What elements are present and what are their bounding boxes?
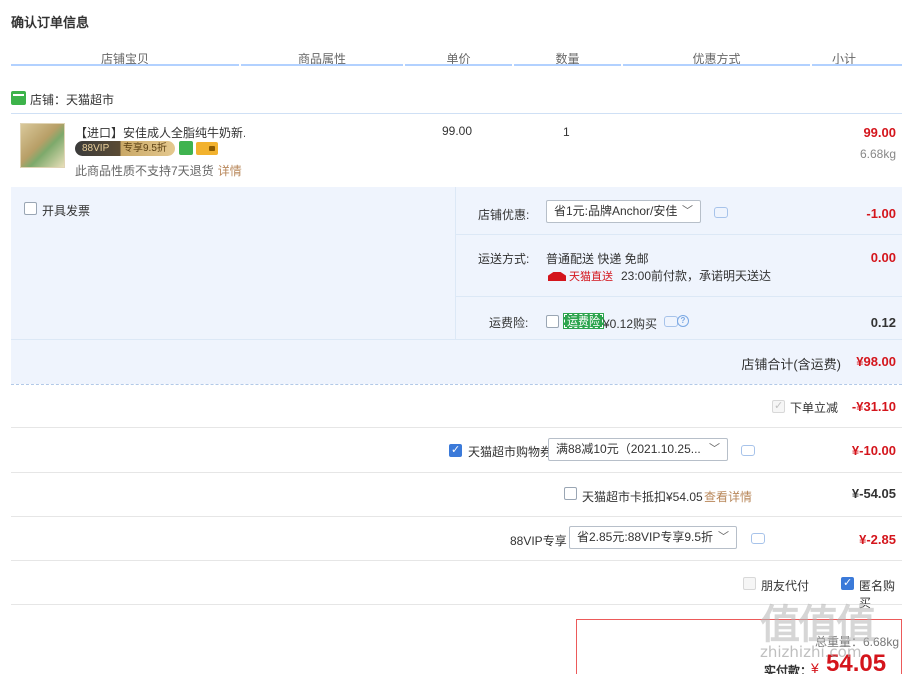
- chevron-down-icon: ﹀: [709, 443, 720, 455]
- divider: [11, 113, 902, 114]
- card-detail-link[interactable]: 查看详情: [704, 488, 752, 505]
- message-icon[interactable]: [664, 316, 678, 327]
- divider: [455, 187, 456, 339]
- vip-discount-amount: ¥-2.85: [859, 532, 896, 547]
- column-underline: [405, 64, 512, 66]
- shop-discount-label: 店铺优惠:: [478, 208, 530, 222]
- divider: [11, 472, 902, 473]
- shipping-label: 运送方式:: [478, 252, 530, 266]
- page-title: 确认订单信息: [11, 15, 90, 30]
- shipping-method: 普通配送 快递 免邮: [546, 252, 649, 266]
- watermark-text: zhizhizhi.com: [760, 643, 862, 661]
- service-guarantee-icon[interactable]: [179, 141, 193, 155]
- vip-discount-label: 88VIP专享: [510, 534, 567, 548]
- product-title-link[interactable]: 【进口】安佳成人全脂纯牛奶新...: [75, 124, 245, 141]
- shop-total-amount: ¥98.00: [856, 354, 896, 369]
- friend-pay-checkbox: [743, 577, 756, 590]
- message-icon[interactable]: [714, 207, 728, 218]
- return-policy-note: 此商品性质不支持7天退货 详情: [75, 162, 242, 179]
- column-underline: [812, 64, 902, 66]
- chevron-down-icon: ﹀: [682, 205, 693, 217]
- vip-discount-select[interactable]: 省2.85元:88VIP专享9.5折 ﹀: [569, 526, 737, 549]
- freight-insurance-label: 运费险:: [489, 316, 529, 330]
- vip-discount-value: 省2.85元:88VIP专享9.5折: [577, 530, 714, 544]
- freight-insurance-tag: 运费险: [563, 313, 604, 329]
- instant-discount-amount: -¥31.10: [851, 399, 896, 414]
- item-weight: 6.68kg: [859, 147, 896, 161]
- shop-icon: [11, 91, 26, 105]
- detail-link[interactable]: 详情: [218, 164, 242, 178]
- message-icon[interactable]: [741, 445, 755, 456]
- divider: [455, 234, 902, 235]
- credit-card-icon[interactable]: [196, 142, 218, 155]
- freight-insurance-checkbox[interactable]: [546, 315, 559, 328]
- instant-discount-label: 下单立减: [790, 401, 839, 415]
- instant-discount-checkbox: [772, 399, 785, 413]
- shop-discount-amount: -1.00: [866, 206, 896, 221]
- message-icon[interactable]: [751, 533, 765, 544]
- divider: [11, 427, 902, 428]
- invoice-checkbox[interactable]: [24, 202, 37, 215]
- divider: [11, 339, 902, 340]
- coupon-label: 天猫超市购物券: [468, 445, 553, 459]
- column-underline: [241, 64, 403, 66]
- anonymous-purchase-checkbox[interactable]: [841, 576, 854, 590]
- item-subtotal: 99.00: [863, 125, 896, 140]
- column-underline: [514, 64, 621, 66]
- card-deduct-label: 天猫超市卡抵扣¥54.05: [582, 490, 703, 504]
- coupon-checkbox[interactable]: [449, 443, 462, 457]
- tmall-direct-logo: 天猫直送: [548, 268, 613, 284]
- help-icon[interactable]: ?: [677, 315, 689, 327]
- vip-badge-label: 88VIP: [82, 143, 110, 154]
- quantity: 1: [563, 125, 570, 139]
- divider: [11, 560, 902, 561]
- product-thumbnail[interactable]: [20, 123, 65, 168]
- card-deduct-checkbox[interactable]: [564, 487, 577, 500]
- shipping-amount: 0.00: [870, 250, 896, 265]
- shop-total-label: 店铺合计(含运费): [741, 357, 841, 372]
- return-policy-text: 此商品性质不支持7天退货: [75, 164, 214, 178]
- vip-badge-discount: 专享9.5折: [123, 143, 167, 154]
- invoice-label: 开具发票: [42, 204, 91, 218]
- column-underline: [11, 64, 239, 66]
- unit-price: 99.00: [442, 124, 473, 138]
- freight-insurance-amount: 0.12: [870, 315, 896, 330]
- coupon-amount: ¥-10.00: [851, 443, 896, 458]
- freight-insurance-price: ¥0.12购买: [603, 317, 658, 331]
- delivery-promise: 23:00前付款，承诺明天送达: [621, 269, 772, 283]
- coupon-value: 满88减10元（2021.10.25...: [556, 442, 701, 456]
- divider: [11, 384, 902, 385]
- coupon-select[interactable]: 满88减10元（2021.10.25... ﹀: [548, 438, 728, 461]
- card-deduct-amount: ¥-54.05: [851, 486, 896, 501]
- shop-discount-select[interactable]: 省1元:品牌Anchor/安佳 ﹀: [546, 200, 701, 223]
- column-underline: [623, 64, 810, 66]
- shop-name[interactable]: 店铺：天猫超市: [30, 91, 114, 108]
- divider: [455, 296, 902, 297]
- actual-payment-label: 实付款：: [764, 664, 813, 674]
- shop-discount-value: 省1元:品牌Anchor/安佳: [554, 204, 678, 218]
- divider: [11, 516, 902, 517]
- chevron-down-icon: ﹀: [718, 531, 729, 543]
- vip-discount-badge: 88VIP 专享9.5折: [75, 141, 175, 156]
- payment-currency: ¥: [811, 660, 819, 674]
- watermark-logo: 值值值: [760, 602, 876, 648]
